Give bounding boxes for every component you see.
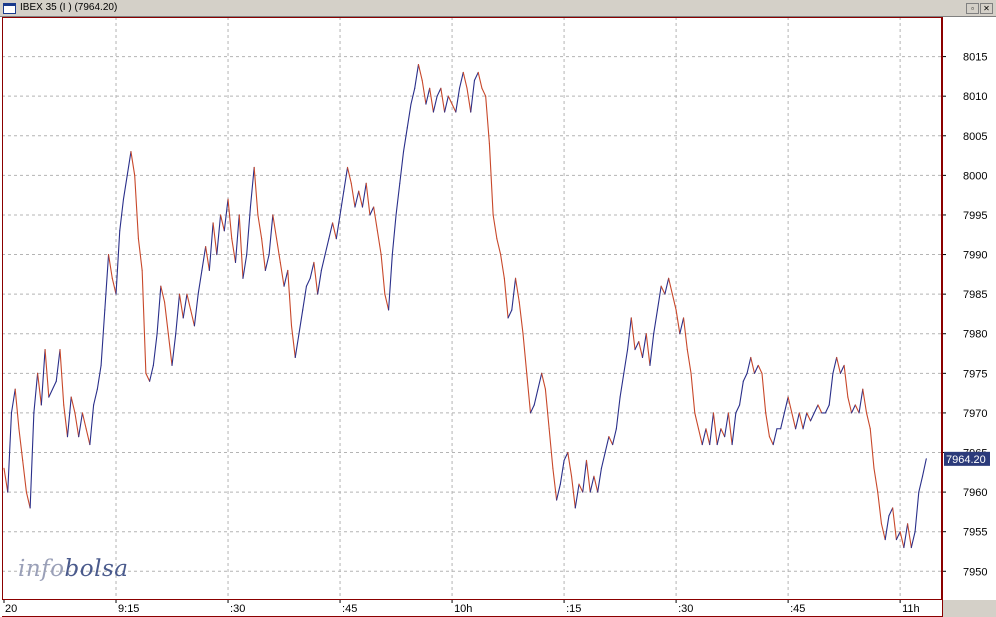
y-tick-label: 7985 (963, 289, 987, 301)
y-tick-label: 7970 (963, 408, 987, 420)
axis-corner (943, 600, 996, 617)
x-tick-label: 20 (5, 603, 17, 615)
y-tick-label: 7990 (963, 250, 987, 262)
y-tick-label: 7980 (963, 329, 987, 341)
y-tick-label: 7950 (963, 566, 987, 578)
x-tick-label: :45 (342, 603, 357, 615)
chart-window: IBEX 35 (I ) (7964.20) ▫ ✕ 7950 7955 7960 7… (0, 0, 996, 617)
window-app-icon (3, 3, 16, 14)
x-tick-label: :30 (230, 603, 245, 615)
x-tick-label: :45 (790, 603, 805, 615)
y-tick-label: 7960 (963, 487, 987, 499)
y-tick-label: 8000 (963, 170, 987, 182)
x-tick-label: 11h (902, 603, 920, 615)
infobolsa-watermark: infobolsa (18, 556, 129, 582)
x-tick-label: :30 (678, 603, 693, 615)
y-tick-label: 8010 (963, 91, 987, 103)
y-tick-label: 8005 (963, 131, 987, 143)
x-tick-label: 10h (454, 603, 472, 615)
last-price-label: 7964.20 (946, 454, 986, 466)
x-tick-label: :15 (566, 603, 581, 615)
window-title: IBEX 35 (I ) (7964.20) (20, 2, 118, 13)
y-tick-label: 7995 (963, 210, 987, 222)
x-tick-label: 9:15 (118, 603, 139, 615)
y-tick-label: 8015 (963, 52, 987, 64)
price-chart[interactable]: 7950795579607965797079757980798579907995… (0, 17, 996, 617)
y-tick-label: 7975 (963, 368, 987, 380)
window-titlebar[interactable]: IBEX 35 (I ) (7964.20) ▫ ✕ (0, 0, 996, 17)
y-tick-label: 7955 (963, 527, 987, 539)
restore-button[interactable]: ▫ (966, 3, 979, 14)
close-button[interactable]: ✕ (980, 3, 993, 14)
